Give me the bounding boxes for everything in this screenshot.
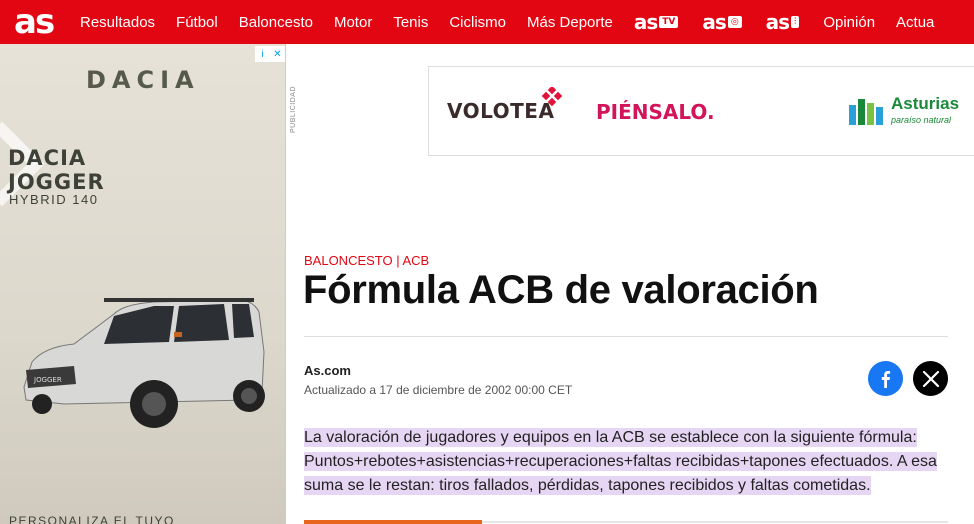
tv-icon: TV	[659, 16, 679, 28]
share-facebook-button[interactable]	[868, 361, 903, 396]
section-tab-indicator	[304, 520, 482, 524]
nav-brand-as-audio[interactable]: as ⫶	[766, 10, 800, 34]
adchoices[interactable]: i ✕	[255, 46, 285, 62]
section-tab-track	[482, 521, 948, 523]
x-twitter-icon	[922, 370, 939, 387]
top-navigation: as Resultados Fútbol Baloncesto Motor Te…	[0, 0, 974, 44]
article-lead-text: La valoración de jugadores y equipos en …	[304, 428, 937, 495]
ad-cta: PERSONALIZA EL TUYO	[9, 514, 175, 524]
camera-icon: ◎	[727, 16, 742, 28]
ad-model-line1: DACIA	[8, 146, 87, 170]
nav-brand-as-tv[interactable]: as TV	[634, 10, 679, 34]
piensalo-text: PIÉNSALO.	[596, 100, 715, 124]
ad-model-line2: JOGGER	[8, 170, 105, 194]
share-x-button[interactable]	[913, 361, 948, 396]
facebook-icon	[881, 370, 890, 388]
article-updated-date: Actualizado a 17 de diciembre de 2002 00…	[304, 383, 573, 397]
divider	[304, 336, 948, 337]
adchoices-info-icon[interactable]: i	[255, 46, 270, 62]
nav-item-ciclismo[interactable]: Ciclismo	[449, 14, 506, 31]
top-banner-ad[interactable]: VOLOTEA PIÉNSALO. Asturias paraíso natur…	[428, 66, 974, 156]
asturias-logo: Asturias	[891, 94, 960, 113]
nav-brand-as-photo[interactable]: as ◎	[702, 10, 742, 34]
adchoices-close-icon[interactable]: ✕	[270, 46, 285, 62]
nav-brand-as-tv-text: as	[633, 10, 658, 34]
nav-item-tenis[interactable]: Tenis	[393, 14, 428, 31]
volotea-diamond-icon	[541, 87, 563, 107]
nav-item-resultados[interactable]: Resultados	[80, 14, 155, 31]
publicidad-label: PUBLICIDAD	[290, 86, 297, 134]
ad-model-subtitle: HYBRID 140	[9, 192, 99, 207]
car-badge: JOGGER	[33, 376, 62, 384]
left-ad-dacia[interactable]: i ✕ DACIA DACIA JOGGER HYBRID 140 JOGGER…	[0, 44, 286, 524]
article-author[interactable]: As.com	[304, 363, 351, 378]
nav-item-futbol[interactable]: Fútbol	[176, 14, 218, 31]
dacia-logo: DACIA	[86, 66, 200, 94]
audio-icon: ⫶	[791, 16, 800, 28]
nav-brand-as-audio-text: as	[765, 10, 790, 34]
nav-brand-as-photo-text: as	[702, 10, 726, 34]
nav-item-motor[interactable]: Motor	[334, 14, 372, 31]
car-image: JOGGER	[23, 298, 265, 428]
nav-item-opinion[interactable]: Opinión	[823, 14, 875, 31]
nav-item-mas-deporte[interactable]: Más Deporte	[527, 14, 613, 31]
ad-model-title: DACIA JOGGER	[8, 146, 105, 194]
article-headline: Fórmula ACB de valoración	[303, 268, 819, 312]
as-logo[interactable]: as	[0, 0, 80, 44]
article-lead: La valoración de jugadores y equipos en …	[304, 426, 954, 498]
nav-item-baloncesto[interactable]: Baloncesto	[239, 14, 313, 31]
nav-item-actualidad[interactable]: Actua	[896, 14, 934, 31]
article-kicker[interactable]: BALONCESTO | ACB	[304, 253, 429, 268]
asturias-tagline: paraíso natural	[891, 115, 952, 125]
asturias-logo-icon	[849, 99, 883, 125]
